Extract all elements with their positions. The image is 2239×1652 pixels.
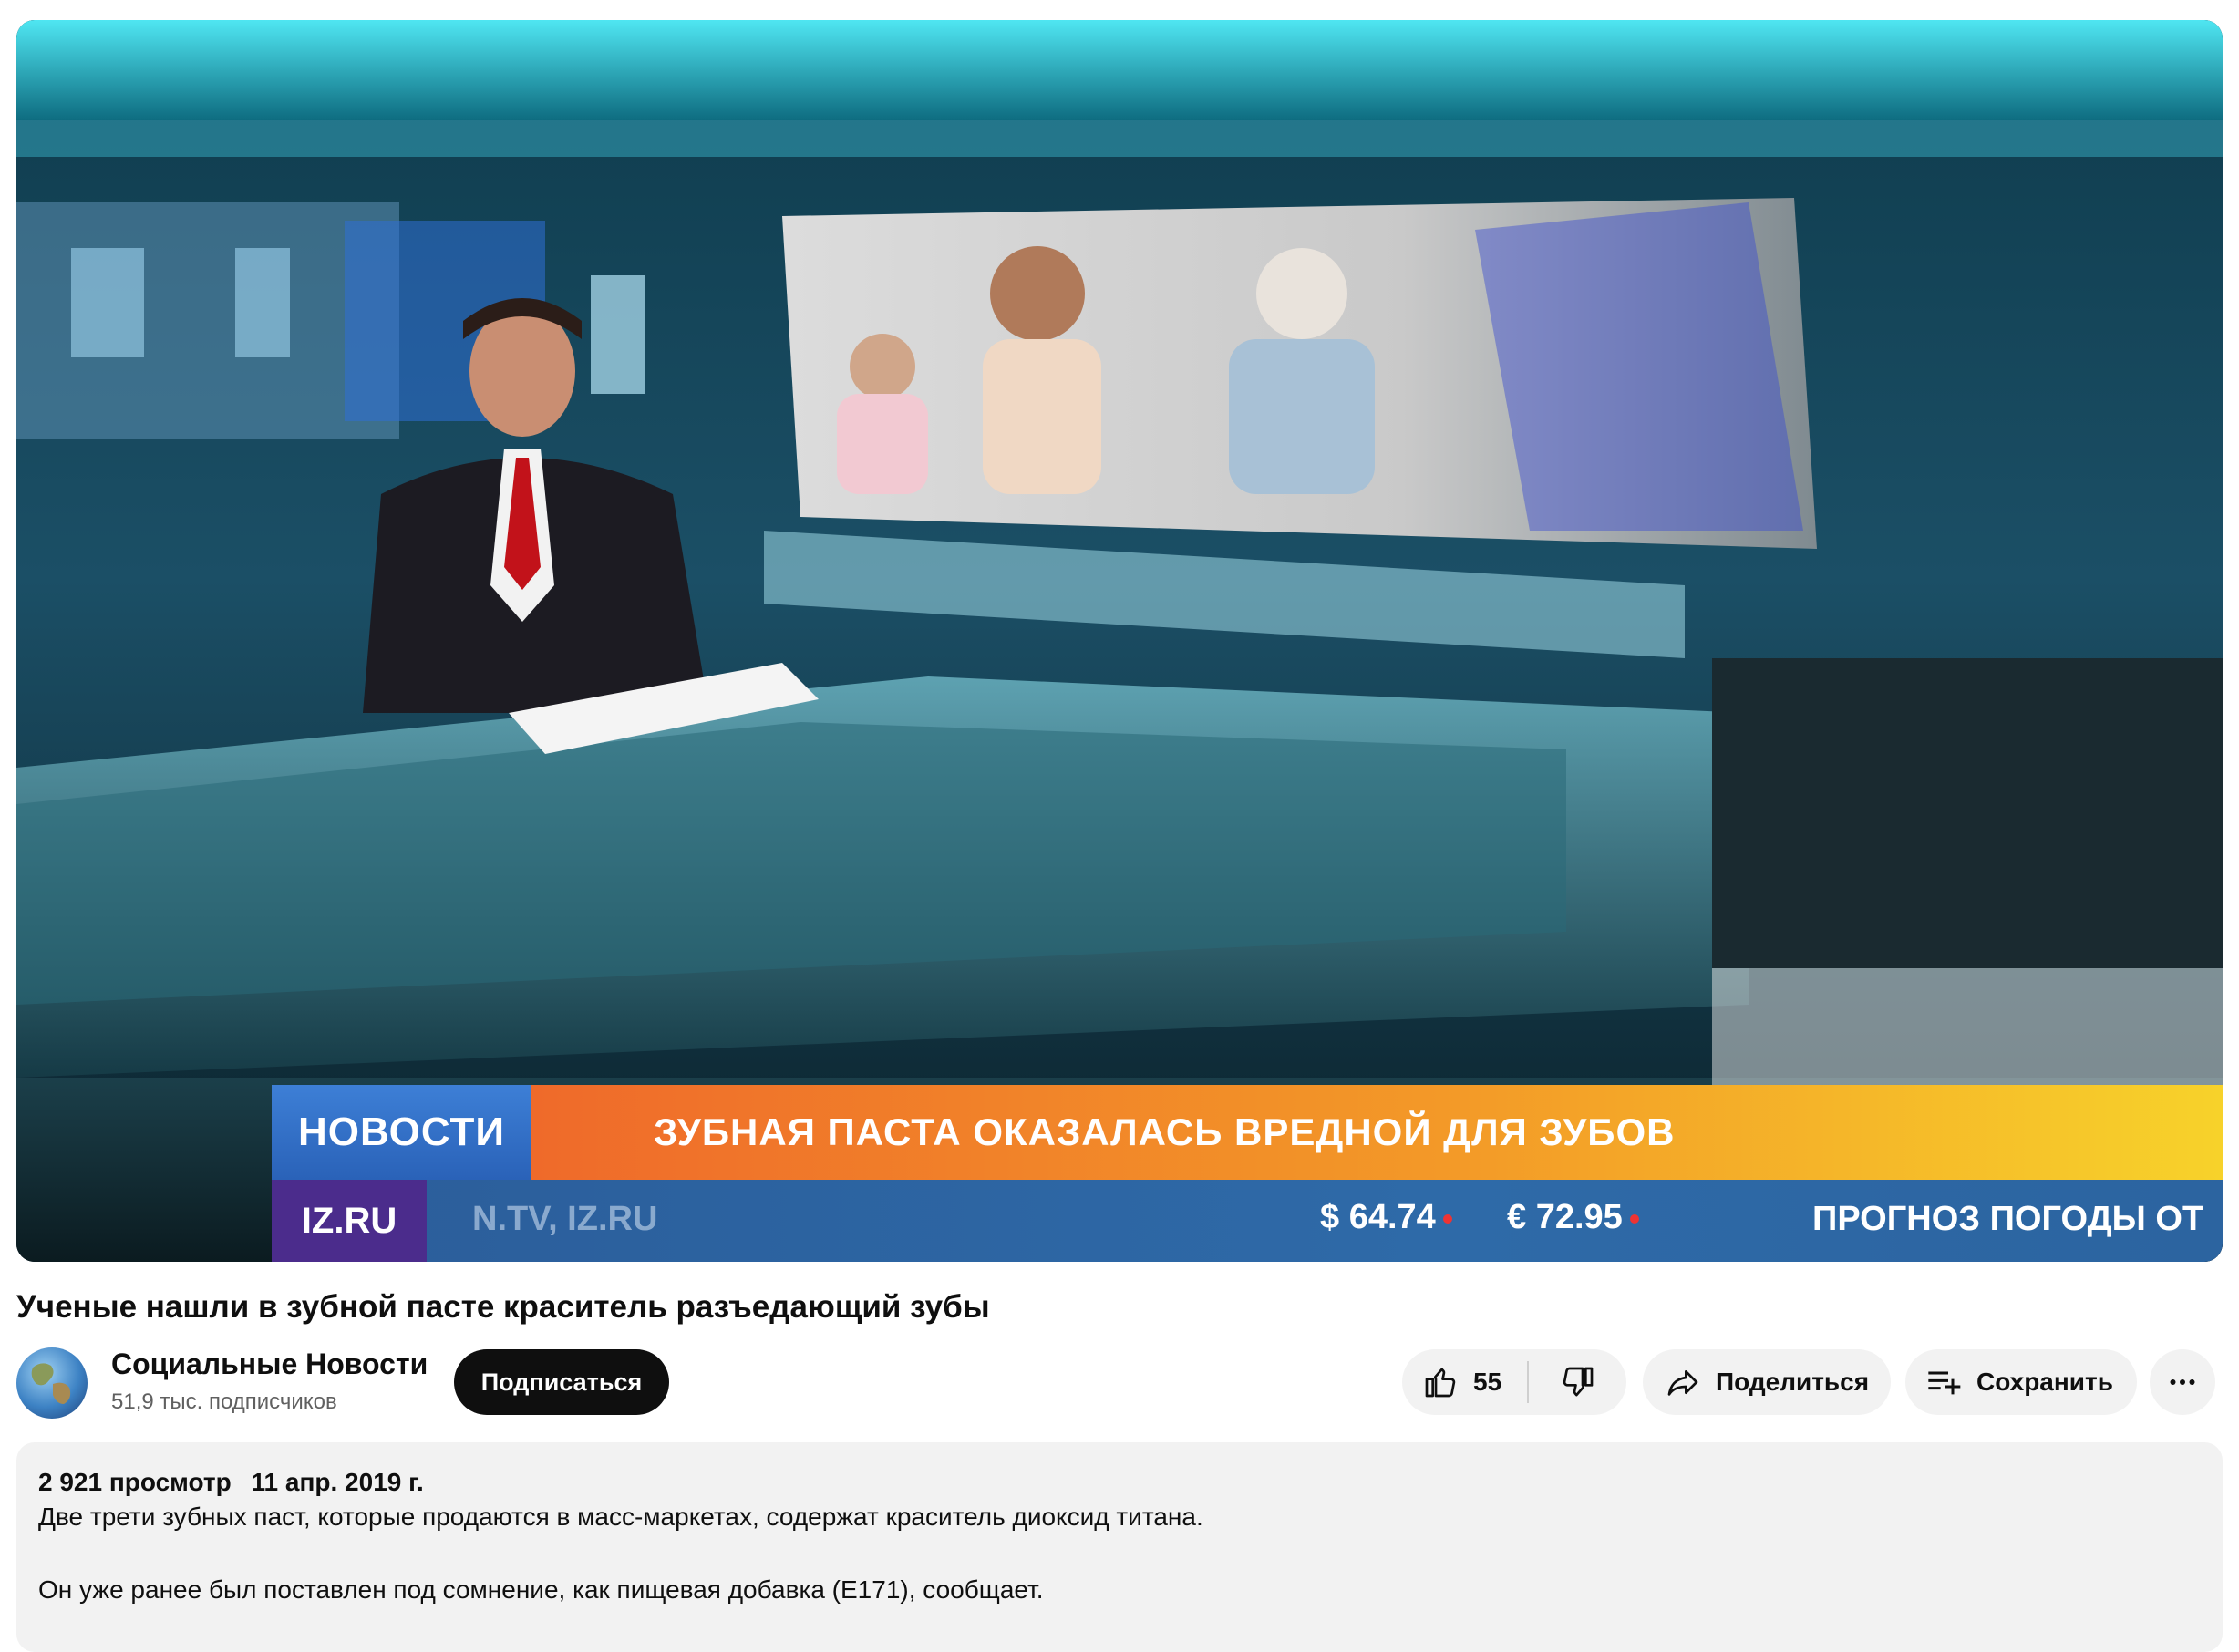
usd-rate-text: $ 64.74 [1320, 1198, 1436, 1236]
eur-indicator-dot [1629, 1213, 1639, 1224]
share-button[interactable]: Поделиться [1643, 1349, 1891, 1415]
share-icon [1667, 1370, 1698, 1396]
ticker-usd-rate: $ 64.74 [1320, 1198, 1452, 1237]
thumbs-down-icon [1563, 1367, 1593, 1397]
ticker-sites: N.TV, IZ.RU [472, 1200, 658, 1238]
eur-rate-text: € 72.95 [1507, 1198, 1623, 1236]
channel-avatar[interactable] [16, 1347, 88, 1419]
playlist-add-icon [1928, 1371, 1961, 1395]
description-line-1: Две трети зубных паст, которые продаются… [38, 1502, 1203, 1531]
upload-date: 11 апр. 2019 г. [251, 1468, 424, 1496]
description-box[interactable]: 2 921 просмотр 11 апр. 2019 г. Две трети… [16, 1442, 2223, 1652]
like-button[interactable]: 55 [1402, 1349, 1527, 1415]
ticker-headline: ЗУБНАЯ ПАСТА ОКАЗАЛАСЬ ВРЕДНОЙ ДЛЯ ЗУБОВ [531, 1085, 2223, 1180]
globe-icon [31, 1363, 71, 1404]
iz-logo: IZ.RU [272, 1180, 427, 1262]
ticker-eur-rate: € 72.95 [1507, 1198, 1639, 1237]
subscribe-button[interactable]: Подписаться [454, 1349, 669, 1415]
share-label: Поделиться [1716, 1368, 1870, 1396]
description-line-2: Он уже ранее был поставлен под сомнение,… [38, 1575, 1044, 1604]
like-dislike-group: 55 [1402, 1349, 1626, 1415]
description-meta: 2 921 просмотр 11 апр. 2019 г. [38, 1468, 424, 1497]
channel-name[interactable]: Социальные Новости [111, 1347, 428, 1381]
thumbs-up-icon [1425, 1368, 1456, 1398]
dislike-button[interactable] [1529, 1349, 1626, 1415]
save-button[interactable]: Сохранить [1905, 1349, 2137, 1415]
channel-subscribers: 51,9 тыс. подписчиков [111, 1389, 337, 1414]
ticker-weather: ПРОГНОЗ ПОГОДЫ ОТ [1812, 1200, 2204, 1238]
more-horizontal-icon [2170, 1379, 2195, 1385]
view-count: 2 921 просмотр [38, 1468, 232, 1496]
usd-indicator-dot [1442, 1213, 1452, 1224]
video-title: Ученые нашли в зубной пасте краситель ра… [16, 1289, 990, 1325]
save-label: Сохранить [1976, 1368, 2113, 1396]
like-count: 55 [1473, 1368, 1502, 1396]
video-frame [16, 20, 2223, 1262]
more-actions-button[interactable] [2150, 1349, 2215, 1415]
ticker-section-label: НОВОСТИ [272, 1085, 531, 1180]
ticker-bottom-bar: IZ.RU N.TV, IZ.RU $ 64.74 € 72.95 ПРОГНО… [272, 1180, 2223, 1262]
video-player[interactable]: НОВОСТИ ЗУБНАЯ ПАСТА ОКАЗАЛАСЬ ВРЕДНОЙ Д… [16, 20, 2223, 1262]
